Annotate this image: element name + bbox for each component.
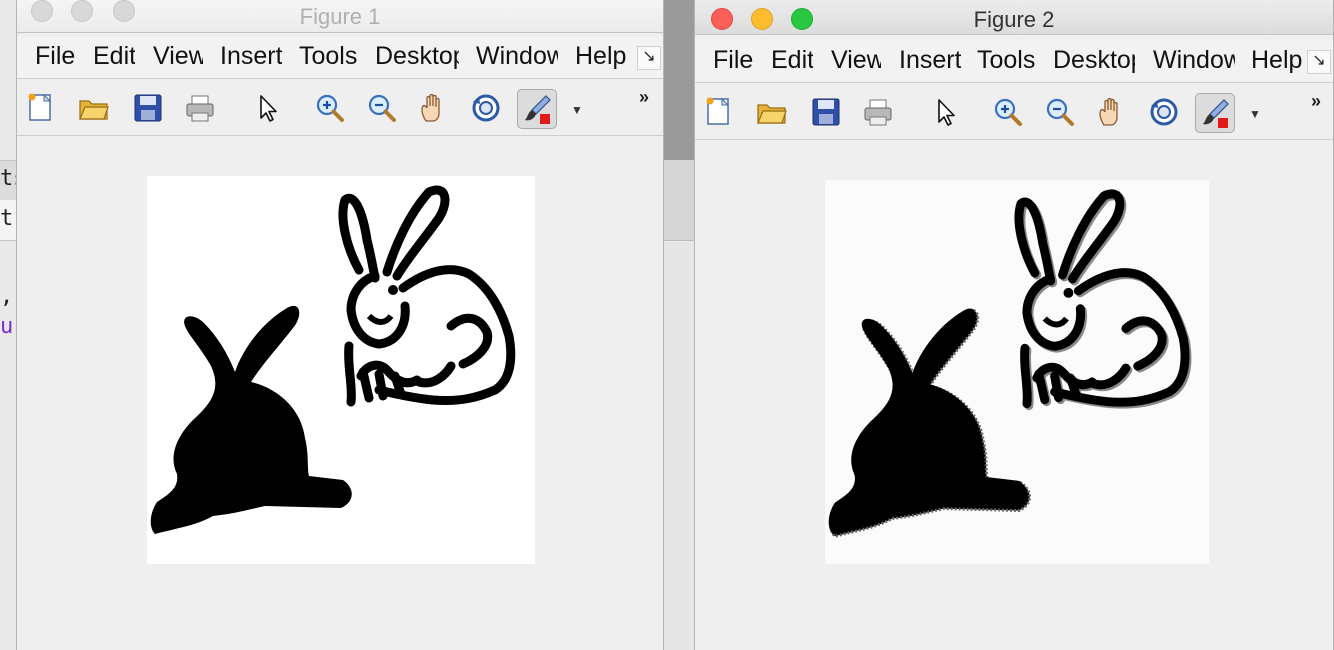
menu-help[interactable]: Help xyxy=(1251,46,1303,75)
pan-hand-icon[interactable] xyxy=(1095,95,1129,129)
rotate-3d-icon[interactable] xyxy=(469,91,503,125)
save-icon[interactable] xyxy=(131,91,165,125)
menu-file[interactable]: File xyxy=(713,46,753,75)
zoom-out-icon[interactable] xyxy=(1043,95,1077,129)
menu-desktop[interactable]: Desktop xyxy=(1053,46,1135,75)
menu-view[interactable]: View xyxy=(831,46,881,75)
filtered-rabbits-image xyxy=(828,180,1209,538)
menu-edit[interactable]: Edit xyxy=(771,46,813,75)
toolbar-overflow-icon[interactable]: » xyxy=(1311,91,1321,112)
pan-hand-icon[interactable] xyxy=(417,91,451,125)
rotate-3d-icon[interactable] xyxy=(1147,95,1181,129)
menu-edit[interactable]: Edit xyxy=(93,42,135,71)
open-folder-icon[interactable] xyxy=(77,91,111,125)
menu-tools[interactable]: Tools xyxy=(299,42,358,71)
image-axes xyxy=(825,180,1209,564)
editor-text-fragment: u xyxy=(0,314,14,339)
zoom-in-icon[interactable] xyxy=(991,95,1025,129)
menu-bar: File Edit View Insert Tools Desktop Wind… xyxy=(17,36,663,79)
menu-view[interactable]: View xyxy=(153,42,203,71)
figure-1-window: Figure 1 File Edit View Insert Tools Des… xyxy=(16,0,664,650)
title-bar: Figure 2 xyxy=(695,0,1333,35)
print-icon[interactable] xyxy=(861,95,895,129)
toolbar-overflow-icon[interactable]: » xyxy=(639,87,649,108)
menu-window[interactable]: Window xyxy=(476,42,558,71)
menu-bar: File Edit View Insert Tools Desktop Wind… xyxy=(695,40,1333,83)
select-arrow-icon[interactable] xyxy=(929,95,963,129)
save-icon[interactable] xyxy=(809,95,843,129)
select-arrow-icon[interactable] xyxy=(251,91,285,125)
brush-icon[interactable] xyxy=(517,89,557,129)
menu-overflow-icon[interactable]: ↘ xyxy=(637,46,661,70)
brush-dropdown-icon[interactable]: ▼ xyxy=(1249,107,1261,121)
menu-tools[interactable]: Tools xyxy=(977,46,1036,75)
menu-insert[interactable]: Insert xyxy=(899,46,961,75)
image-axes xyxy=(147,176,535,564)
figure-2-window: Figure 2 File Edit View Insert Tools Des… xyxy=(694,0,1334,650)
figure-toolbar: ▼ » xyxy=(17,79,663,136)
rabbits-image xyxy=(150,176,535,534)
window-title: Figure 1 xyxy=(299,4,381,29)
new-file-icon[interactable] xyxy=(25,91,59,125)
title-bar: Figure 1 xyxy=(17,0,663,33)
menu-file[interactable]: File xyxy=(35,42,75,71)
menu-desktop[interactable]: Desktop xyxy=(375,42,459,71)
window-title: Figure 2 xyxy=(973,7,1055,32)
editor-text-fragment: , xyxy=(0,284,14,309)
new-file-icon[interactable] xyxy=(703,95,737,129)
desktop-background xyxy=(664,0,694,650)
menu-help[interactable]: Help xyxy=(575,42,627,71)
figure-toolbar: ▼ » xyxy=(695,83,1333,140)
open-folder-icon[interactable] xyxy=(755,95,789,129)
brush-icon[interactable] xyxy=(1195,93,1235,133)
zoom-in-icon[interactable] xyxy=(313,91,347,125)
menu-window[interactable]: Window xyxy=(1153,46,1235,75)
menu-insert[interactable]: Insert xyxy=(220,42,282,71)
zoom-out-icon[interactable] xyxy=(365,91,399,125)
menu-overflow-icon[interactable]: ↘ xyxy=(1307,50,1331,74)
brush-dropdown-icon[interactable]: ▼ xyxy=(571,103,583,117)
print-icon[interactable] xyxy=(183,91,217,125)
